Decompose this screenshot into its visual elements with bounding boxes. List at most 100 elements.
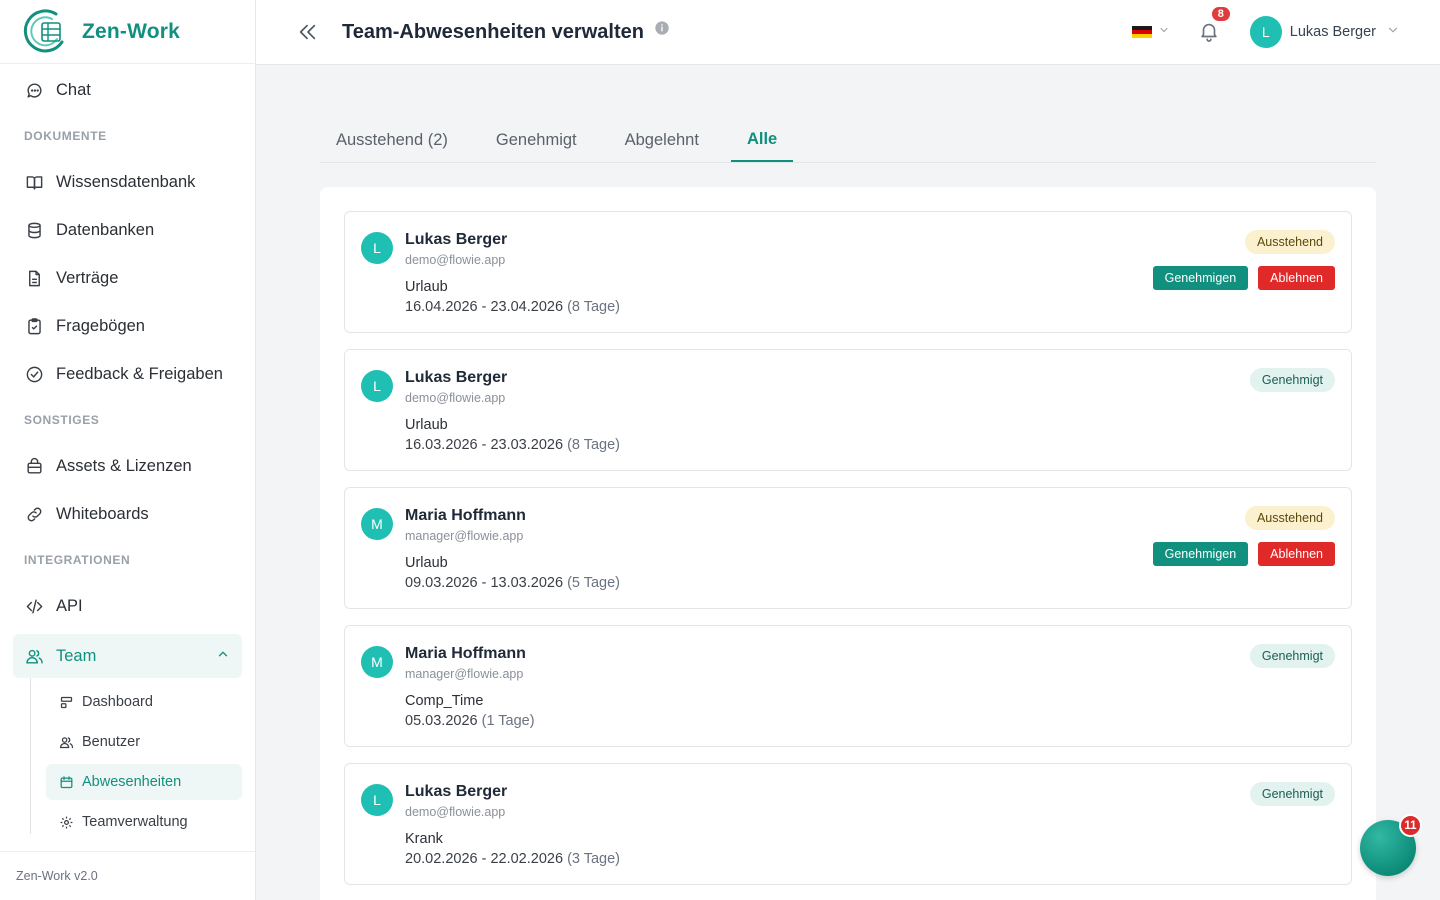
sidebar-item-label: API [56, 596, 83, 615]
sidebar: Zen-Work Chat DOKUMENTE Wissensdatenbank… [0, 0, 256, 900]
absence-type: Urlaub [405, 279, 448, 295]
avatar: M [361, 646, 393, 678]
sidebar-subitem-label: Abwesenheiten [82, 774, 182, 790]
collapse-sidebar-button[interactable] [294, 18, 322, 46]
section-label-integrations: INTEGRATIONEN [24, 553, 131, 567]
page-title: Team-Abwesenheiten verwalten [342, 20, 644, 43]
employee-email: demo@flowie.app [405, 805, 506, 819]
sidebar-item-label: Datenbanken [56, 220, 155, 239]
sidebar-item-contracts[interactable]: Verträge [0, 254, 255, 302]
sidebar-item-chat[interactable]: Chat [0, 66, 255, 114]
sidebar-item-knowledge-base[interactable]: Wissensdatenbank [0, 158, 255, 206]
info-icon[interactable] [654, 20, 670, 36]
sidebar-subitem-team-management[interactable]: Teamverwaltung [46, 804, 242, 840]
sidebar-item-questionnaires[interactable]: Fragebögen [0, 302, 255, 350]
absence-card: M Maria Hoffmann manager@flowie.app Comp… [344, 625, 1352, 747]
tab-pending[interactable]: Ausstehend (2) [320, 118, 464, 162]
chevron-down-icon [1386, 23, 1400, 42]
sidebar-item-team[interactable]: Team [13, 634, 242, 678]
submenu-line [30, 678, 31, 834]
absence-card: L Lukas Berger demo@flowie.app Urlaub 16… [344, 211, 1352, 333]
chat-unread-badge: 11 [1399, 814, 1422, 837]
employee-email: manager@flowie.app [405, 529, 524, 543]
sidebar-item-label: Assets & Lizenzen [56, 456, 192, 475]
absence-card: L Lukas Berger demo@flowie.app Urlaub 16… [344, 349, 1352, 471]
book-icon [24, 172, 44, 192]
day-count: (8 Tage) [567, 437, 620, 453]
users-icon [24, 646, 44, 666]
status-badge: Ausstehend [1244, 230, 1335, 254]
chevron-up-icon [216, 647, 230, 666]
sidebar-item-label: Wissensdatenbank [56, 172, 196, 191]
approve-button[interactable]: Genehmigen [1152, 266, 1249, 290]
date-range: 05.03.2026 [405, 713, 478, 729]
sidebar-item-assets[interactable]: Assets & Lizenzen [0, 442, 255, 490]
sidebar-subitem-label: Teamverwaltung [82, 814, 188, 830]
date-range: 16.04.2026 - 23.04.2026 [405, 299, 564, 315]
notifications-button[interactable]: 8 [1198, 5, 1232, 44]
avatar: L [361, 784, 393, 816]
card-actions: Genehmigen Ablehnen [1152, 542, 1335, 566]
team-submenu: Dashboard Benutzer Abwesenheiten Teamver… [30, 678, 255, 840]
notification-count-badge: 8 [1209, 5, 1232, 23]
employee-name: Maria Hoffmann [405, 645, 526, 662]
clipboard-check-icon [24, 316, 44, 336]
sidebar-item-whiteboards[interactable]: Whiteboards [0, 490, 255, 538]
employee-email: manager@flowie.app [405, 667, 524, 681]
chat-bubble-icon [24, 80, 44, 100]
top-header: Team-Abwesenheiten verwalten 8 L Lukas B… [256, 0, 1440, 65]
absence-type: Comp_Time [405, 693, 484, 709]
german-flag-icon [1131, 25, 1152, 39]
package-icon [24, 456, 44, 476]
absence-dates: 05.03.2026 (1 Tage) [405, 713, 535, 729]
employee-name: Lukas Berger [405, 231, 508, 248]
day-count: (5 Tage) [567, 575, 620, 591]
bell-icon [1201, 23, 1217, 42]
absence-type: Urlaub [405, 555, 448, 571]
version-label: Zen-Work v2.0 [0, 851, 255, 900]
day-count: (8 Tage) [567, 299, 620, 315]
absence-dates: 20.02.2026 - 22.02.2026 (3 Tage) [405, 851, 620, 867]
user-menu[interactable]: L Lukas Berger [1249, 16, 1400, 48]
sidebar-subitem-users[interactable]: Benutzer [46, 724, 242, 760]
reject-button[interactable]: Ablehnen [1258, 266, 1335, 290]
language-selector[interactable] [1131, 23, 1170, 41]
tab-approved[interactable]: Genehmigt [480, 118, 593, 162]
users-icon [58, 734, 74, 750]
reject-button[interactable]: Ablehnen [1258, 542, 1335, 566]
avatar: M [361, 508, 393, 540]
absence-type: Krank [405, 831, 443, 847]
status-tabs: Ausstehend (2) Genehmigt Abgelehnt Alle [320, 118, 1376, 163]
gear-icon [58, 814, 74, 830]
tab-all[interactable]: Alle [730, 118, 794, 162]
status-badge: Genehmigt [1249, 644, 1335, 668]
day-count: (1 Tage) [481, 713, 535, 729]
employee-email: demo@flowie.app [405, 391, 506, 405]
approve-button[interactable]: Genehmigen [1152, 542, 1249, 566]
sidebar-item-label: Chat [56, 80, 91, 99]
brand-name: Zen-Work [82, 19, 181, 43]
card-actions: Genehmigen Ablehnen [1152, 266, 1335, 290]
sidebar-subitem-label: Benutzer [82, 734, 141, 750]
sidebar-item-api[interactable]: API [0, 582, 255, 630]
tab-rejected[interactable]: Abgelehnt [609, 118, 715, 162]
chevron-down-icon [1158, 23, 1170, 41]
avatar: L [361, 232, 393, 264]
status-badge: Ausstehend [1244, 506, 1335, 530]
sidebar-subitem-label: Dashboard [82, 694, 153, 710]
date-range: 16.03.2026 - 23.03.2026 [405, 437, 564, 453]
database-icon [24, 220, 44, 240]
absence-type: Urlaub [405, 417, 448, 433]
zen-work-logo-icon [23, 8, 64, 52]
employee-email: demo@flowie.app [405, 253, 506, 267]
sidebar-subitem-absences[interactable]: Abwesenheiten [46, 764, 242, 800]
brand[interactable]: Zen-Work [0, 0, 255, 64]
absence-list-panel: L Lukas Berger demo@flowie.app Urlaub 16… [320, 187, 1376, 900]
sidebar-item-feedback[interactable]: Feedback & Freigaben [0, 350, 255, 398]
employee-name: Maria Hoffmann [405, 507, 526, 524]
sidebar-item-databases[interactable]: Datenbanken [0, 206, 255, 254]
sidebar-item-label: Fragebögen [56, 316, 145, 335]
link-icon [24, 504, 44, 524]
status-badge: Genehmigt [1249, 782, 1335, 806]
sidebar-subitem-dashboard[interactable]: Dashboard [46, 684, 242, 720]
